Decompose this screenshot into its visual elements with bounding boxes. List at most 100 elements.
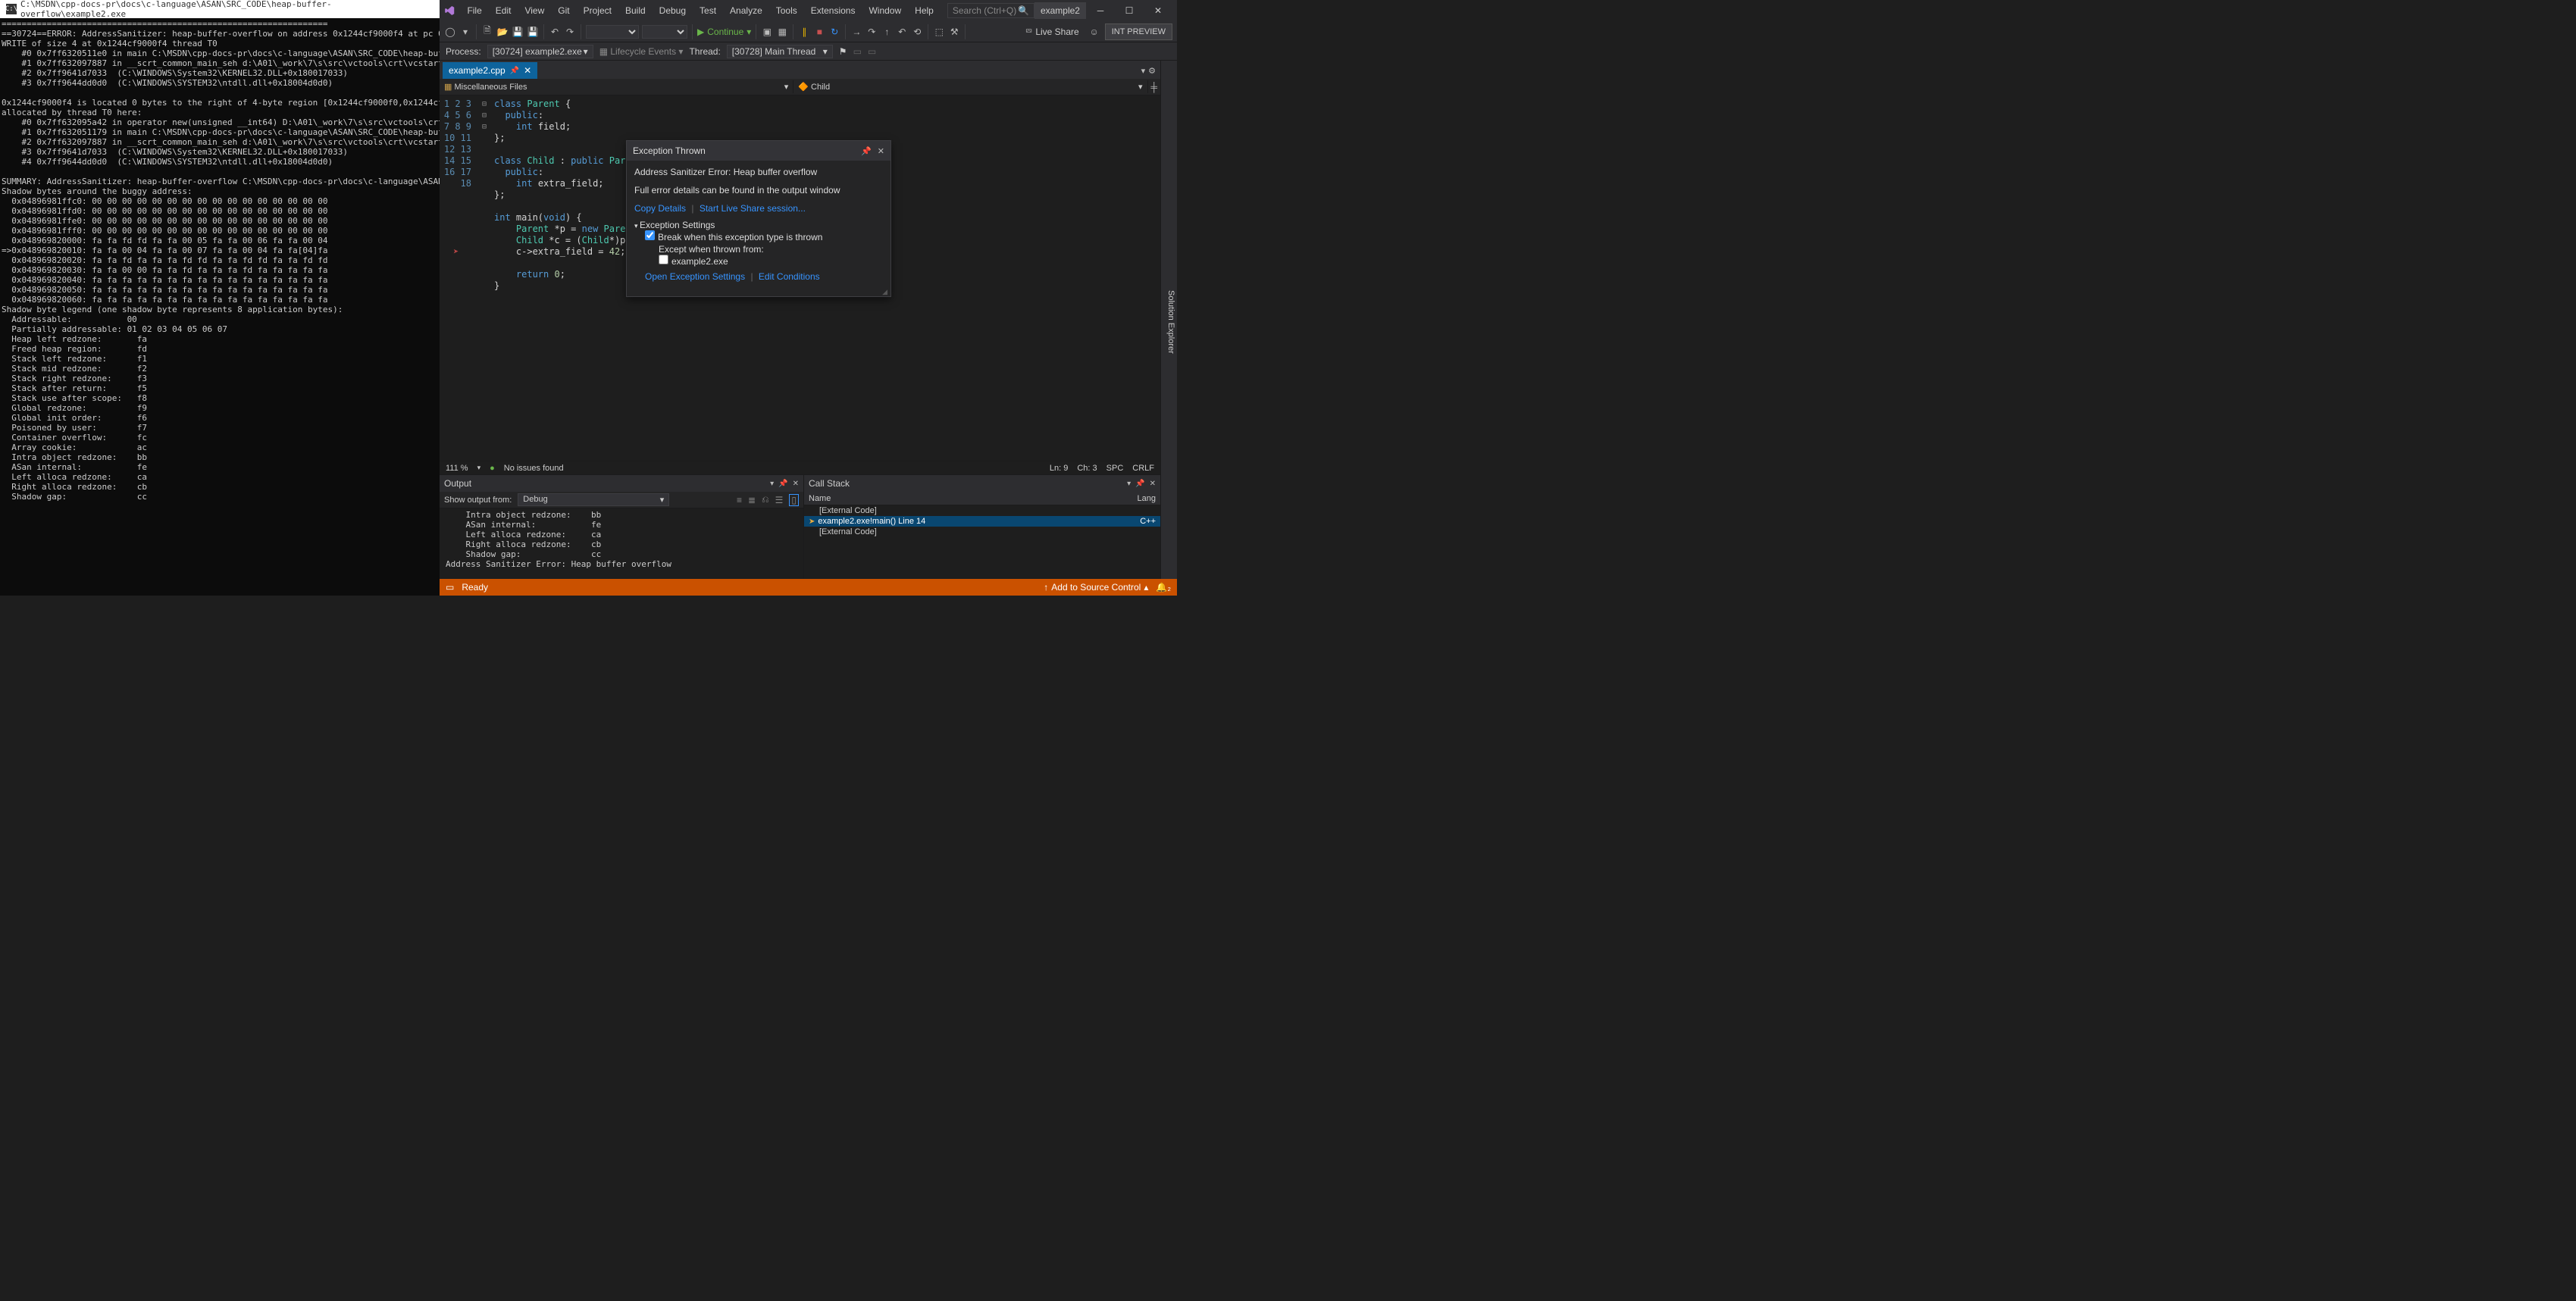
- ln-indicator[interactable]: Ln: 9: [1050, 464, 1068, 473]
- out-t5-icon[interactable]: ▯: [789, 494, 799, 506]
- console-output[interactable]: ========================================…: [0, 18, 440, 596]
- stack-frame2-icon[interactable]: ▭: [868, 46, 876, 57]
- panel-pin-icon[interactable]: 📌: [778, 480, 787, 488]
- console-titlebar[interactable]: C:\ C:\MSDN\cpp-docs-pr\docs\c-language\…: [0, 0, 440, 18]
- issues-text[interactable]: No issues found: [504, 464, 564, 473]
- editor-status-strip: 111 %▾ ● No issues found Ln: 9 Ch: 3 SPC…: [440, 461, 1160, 474]
- menu-analyze[interactable]: Analyze: [724, 2, 768, 19]
- stop-icon[interactable]: ■: [813, 26, 825, 38]
- cs-col-name[interactable]: Name: [809, 494, 831, 503]
- thread-combo[interactable]: [30728] Main Thread▾: [727, 45, 833, 58]
- save-all-icon[interactable]: 💾: [527, 26, 539, 38]
- maximize-button[interactable]: ☐: [1115, 0, 1144, 21]
- tab-close-icon[interactable]: ✕: [524, 65, 531, 76]
- nav-left-combo[interactable]: ▦ Miscellaneous Files▾: [440, 80, 793, 93]
- except-item-checkbox[interactable]: example2.exe: [659, 256, 728, 267]
- edit-conditions-link[interactable]: Edit Conditions: [759, 271, 820, 282]
- menu-tools[interactable]: Tools: [770, 2, 803, 19]
- lifecycle-events[interactable]: ▦ Lifecycle Events ▾: [599, 46, 684, 57]
- start-liveshare-link[interactable]: Start Live Share session...: [700, 203, 806, 214]
- split-icon[interactable]: ╪: [1148, 80, 1161, 94]
- spc-indicator[interactable]: SPC: [1106, 464, 1124, 473]
- screenrec-icon[interactable]: ▣: [761, 26, 773, 38]
- out-t1-icon[interactable]: ≡: [737, 495, 742, 505]
- pause-icon[interactable]: ∥: [798, 26, 810, 38]
- feedback-icon[interactable]: ☺: [1088, 26, 1100, 38]
- save-icon[interactable]: 💾: [512, 26, 524, 38]
- out-t3-icon[interactable]: ⎌: [762, 494, 769, 505]
- menu-edit[interactable]: Edit: [490, 2, 518, 19]
- callstack-row[interactable]: [External Code]: [804, 505, 1160, 516]
- ch-indicator[interactable]: Ch: 3: [1077, 464, 1097, 473]
- zoom-level[interactable]: 111 %: [446, 464, 468, 473]
- minimize-button[interactable]: ─: [1086, 0, 1115, 21]
- step-over-icon[interactable]: ↷: [865, 26, 878, 38]
- hex-icon[interactable]: ⬚: [933, 26, 945, 38]
- callstack-body[interactable]: [External Code]➤example2.exe!main() Line…: [804, 505, 1160, 579]
- panel-dropdown-icon[interactable]: ▾: [770, 480, 774, 488]
- out-t2-icon[interactable]: ≣: [748, 495, 756, 505]
- doc-tab-active[interactable]: example2.cpp 📌 ✕: [443, 62, 537, 79]
- exc-close-icon[interactable]: ✕: [878, 146, 884, 156]
- menu-git[interactable]: Git: [552, 2, 575, 19]
- notification-bell[interactable]: 🔔₂: [1156, 582, 1171, 593]
- menu-extensions[interactable]: Extensions: [805, 2, 862, 19]
- config-combo[interactable]: [586, 25, 639, 39]
- search-box[interactable]: Search (Ctrl+Q) 🔍: [947, 3, 1034, 18]
- open-exception-settings-link[interactable]: Open Exception Settings: [645, 271, 745, 282]
- solution-name[interactable]: example2: [1034, 2, 1086, 19]
- crlf-indicator[interactable]: CRLF: [1132, 464, 1154, 473]
- tab-dropdown-icon[interactable]: ▾: [1141, 66, 1146, 76]
- step-into-icon[interactable]: →: [850, 26, 862, 38]
- new-icon[interactable]: 🗎: [481, 26, 493, 38]
- out-t4-icon[interactable]: ☰: [775, 495, 784, 505]
- menu-test[interactable]: Test: [693, 2, 722, 19]
- cs-close-icon[interactable]: ✕: [1150, 480, 1156, 488]
- cs-col-lang[interactable]: Lang: [1138, 494, 1156, 503]
- cs-pin-icon[interactable]: 📌: [1135, 480, 1144, 488]
- stack-frame-icon[interactable]: ▭: [853, 46, 862, 57]
- proc-icon[interactable]: ▦: [776, 26, 788, 38]
- output-source-combo[interactable]: Debug▾: [518, 493, 669, 506]
- continue-button[interactable]: ▶ Continue ▾: [697, 27, 751, 37]
- menu-help[interactable]: Help: [909, 2, 940, 19]
- callstack-row[interactable]: [External Code]: [804, 527, 1160, 537]
- exception-settings-header[interactable]: Exception Settings: [634, 220, 883, 230]
- restart-icon[interactable]: ↻: [828, 26, 840, 38]
- menu-project[interactable]: Project: [577, 2, 618, 19]
- open-icon[interactable]: 📂: [496, 26, 509, 38]
- cs-dropdown-icon[interactable]: ▾: [1127, 480, 1131, 488]
- search-placeholder: Search (Ctrl+Q): [953, 5, 1016, 16]
- nav-back-icon[interactable]: ◯: [444, 26, 456, 38]
- step-last-icon[interactable]: ⟲: [911, 26, 923, 38]
- undo-icon[interactable]: ↶: [549, 26, 561, 38]
- resize-grip-icon[interactable]: ◢: [627, 288, 890, 296]
- process-combo[interactable]: [30724] example2.exe▾: [487, 45, 593, 58]
- output-body[interactable]: Intra object redzone: bb ASan internal: …: [440, 508, 803, 579]
- exc-pin-icon[interactable]: 📌: [861, 146, 872, 156]
- nav-fwd-icon[interactable]: ▾: [459, 26, 471, 38]
- add-source-control[interactable]: ↑ Add to Source Control ▴: [1044, 582, 1148, 593]
- copy-details-link[interactable]: Copy Details: [634, 203, 686, 214]
- menu-window[interactable]: Window: [862, 2, 907, 19]
- tab-settings-icon[interactable]: ⚙: [1148, 66, 1156, 76]
- step-back-icon[interactable]: ↶: [896, 26, 908, 38]
- menu-debug[interactable]: Debug: [653, 2, 692, 19]
- rail-solution-explorer[interactable]: Solution Explorer: [1165, 286, 1177, 358]
- flag-icon[interactable]: ⚑: [839, 46, 847, 57]
- menu-file[interactable]: File: [461, 2, 487, 19]
- panel-close-icon[interactable]: ✕: [793, 480, 799, 488]
- callstack-row[interactable]: ➤example2.exe!main() Line 14C++: [804, 516, 1160, 527]
- close-button[interactable]: ✕: [1144, 0, 1172, 21]
- fold-gutter[interactable]: ⊟ ⊟ ⊟: [482, 95, 491, 461]
- liveshare-button[interactable]: ⮹ Live Share: [1021, 26, 1084, 37]
- nav-right-combo[interactable]: 🔶 Child▾: [793, 80, 1147, 93]
- platform-combo[interactable]: [642, 25, 687, 39]
- pin-icon[interactable]: 📌: [510, 67, 519, 75]
- tool-icon[interactable]: ⚒: [948, 26, 960, 38]
- menu-build[interactable]: Build: [619, 2, 652, 19]
- menu-view[interactable]: View: [518, 2, 550, 19]
- break-when-checkbox[interactable]: Break when this exception type is thrown: [645, 232, 822, 242]
- step-out-icon[interactable]: ↑: [881, 26, 893, 38]
- redo-icon[interactable]: ↷: [564, 26, 576, 38]
